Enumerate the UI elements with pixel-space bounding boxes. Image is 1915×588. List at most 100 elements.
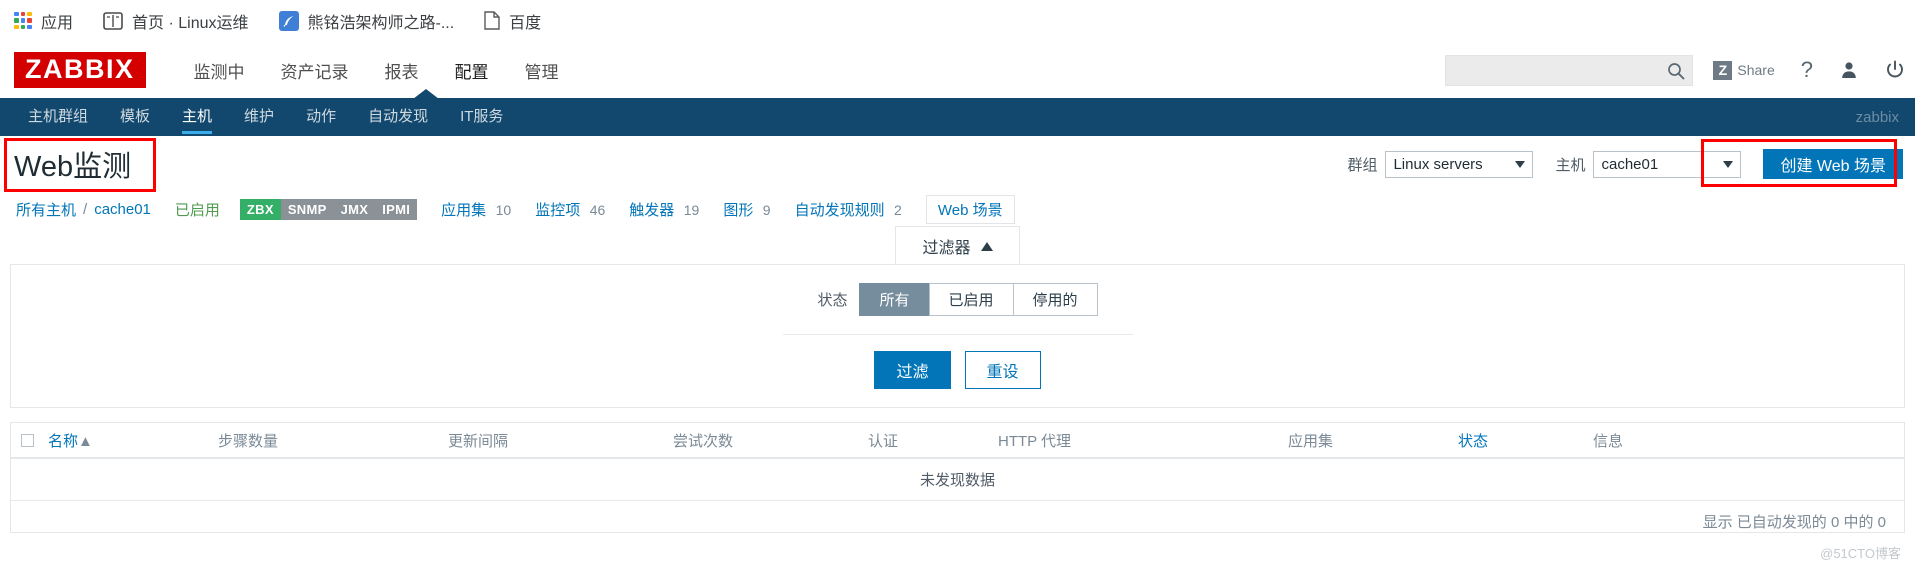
link-items-count: 46	[589, 201, 606, 218]
filter-state-segmented-control: 所有 已启用 停用的	[859, 283, 1098, 316]
filter-apply-button[interactable]: 过滤	[874, 351, 951, 389]
bookmark-label: 百度	[509, 14, 542, 32]
zabbix-header: ZABBIX 监测中 资产记录 报表 配置 管理 Z Share ?	[0, 42, 1915, 98]
subnav-maintenance[interactable]: 维护	[228, 98, 290, 136]
link-triggers[interactable]: 触发器 19	[629, 199, 699, 220]
link-graphs[interactable]: 图形 9	[723, 199, 770, 220]
link-graphs-label[interactable]: 图形	[723, 202, 753, 219]
page-header-row: Web监测 群组 Linux servers 主机 cache01 创建 Web…	[0, 136, 1915, 192]
bookmark-baidu[interactable]: 百度	[484, 9, 541, 33]
global-search[interactable]	[1445, 54, 1694, 86]
triangle-up-icon	[980, 241, 993, 251]
chevron-down-icon	[1515, 160, 1526, 168]
breadcrumb-all-hosts[interactable]: 所有主机	[16, 199, 76, 220]
breadcrumb-separator: /	[83, 200, 88, 218]
column-header-interval: 更新间隔	[448, 432, 509, 450]
breadcrumb-host[interactable]: cache01	[94, 201, 151, 218]
share-label: Share	[1737, 62, 1775, 78]
link-triggers-label[interactable]: 触发器	[629, 202, 674, 219]
table-empty-message: 未发现数据	[11, 459, 1904, 501]
bookmark-apps[interactable]: 应用	[14, 9, 73, 33]
page-title: Web监测	[14, 151, 132, 183]
subnav-host-groups[interactable]: 主机群组	[12, 98, 104, 136]
column-header-name-label[interactable]: 名称	[48, 433, 78, 450]
nav-reports[interactable]: 报表	[367, 52, 437, 89]
share-button[interactable]: Z Share	[1713, 60, 1775, 80]
book-icon	[103, 11, 123, 30]
question-mark-icon: ?	[1800, 57, 1813, 82]
bookmark-label: 首页 · Linux运维	[132, 14, 249, 32]
column-header-application: 应用集	[1288, 432, 1334, 450]
filter-state-label: 状态	[817, 292, 848, 309]
group-filter-label: 群组	[1347, 156, 1378, 174]
host-entity-links: 应用集 10 监控项 46 触发器 19 图形 9 自动发现规则 2 Web 场…	[441, 194, 1015, 224]
page-header-controls: 群组 Linux servers 主机 cache01 创建 Web 场景	[1347, 136, 1903, 192]
logout-button[interactable]	[1885, 60, 1905, 80]
zabbix-share-badge: Z	[1713, 60, 1733, 80]
feather-icon	[278, 10, 299, 31]
filter-state-row: 状态 所有 已启用 停用的	[11, 283, 1904, 316]
bookmark-linux-ops[interactable]: 首页 · Linux运维	[103, 9, 249, 33]
nav-administration[interactable]: 管理	[507, 52, 577, 89]
breadcrumb: 所有主机 / cache01 已启用 ZBX SNMP JMX IPMI 应用集…	[0, 192, 1915, 226]
search-input[interactable]	[1446, 55, 1693, 85]
link-discovery-rules-label[interactable]: 自动发现规则	[795, 202, 885, 219]
table-header-row: 名称▲ 步骤数量 更新间隔 尝试次数 认证 HTTP 代理 应用集 状态 信息	[11, 423, 1904, 459]
table-footnote: 显示 已自动发现的 0 中的 0	[1702, 514, 1886, 531]
header-right-tools: Z Share ?	[1445, 42, 1905, 98]
image-watermark: @51CTO博客	[1820, 546, 1901, 561]
link-discovery-rules-count: 2	[894, 201, 902, 218]
link-items[interactable]: 监控项 46	[535, 199, 605, 220]
filter-state-enabled[interactable]: 已启用	[928, 283, 1013, 316]
apps-grid-icon	[14, 11, 32, 30]
help-button[interactable]: ?	[1801, 57, 1813, 83]
filter-toggle-tab[interactable]: 过滤器	[895, 226, 1020, 264]
link-applications-label[interactable]: 应用集	[441, 202, 486, 219]
protocol-badge-ipmi: IPMI	[375, 198, 418, 220]
filter-state-disabled[interactable]: 停用的	[1012, 283, 1098, 316]
browser-bookmark-bar: 应用 首页 · Linux运维 熊铭浩架构师之路-... 百度	[0, 0, 1915, 42]
search-icon[interactable]	[1667, 62, 1685, 85]
subnav-actions[interactable]: 动作	[290, 98, 352, 136]
column-header-attempts: 尝试次数	[673, 432, 734, 450]
nav-configuration[interactable]: 配置	[437, 52, 507, 89]
protocol-badges: ZBX SNMP JMX IPMI	[239, 198, 418, 220]
select-all-checkbox[interactable]	[21, 433, 34, 447]
column-header-name[interactable]: 名称▲	[48, 430, 218, 451]
host-filter-label: 主机	[1555, 156, 1586, 174]
nav-inventory[interactable]: 资产记录	[263, 52, 367, 89]
filter-divider	[782, 334, 1133, 335]
link-triggers-count: 19	[683, 201, 700, 218]
column-header-status[interactable]: 状态	[1458, 430, 1593, 451]
column-header-steps: 步骤数量	[218, 432, 279, 450]
filter-state-all[interactable]: 所有	[859, 283, 929, 316]
create-web-scenario-button[interactable]: 创建 Web 场景	[1763, 149, 1903, 179]
subnav-it-services[interactable]: IT服务	[444, 98, 519, 136]
filter-reset-button[interactable]: 重设	[964, 351, 1041, 389]
column-header-authentication: 认证	[868, 432, 899, 450]
host-select[interactable]: cache01	[1593, 150, 1742, 178]
bookmark-architect-road[interactable]: 熊铭浩架构师之路-...	[278, 9, 454, 33]
user-profile-button[interactable]	[1839, 60, 1859, 80]
power-icon	[1887, 60, 1903, 78]
chevron-down-icon	[1723, 160, 1734, 168]
link-items-label[interactable]: 监控项	[535, 202, 580, 219]
column-header-http-proxy: HTTP 代理	[998, 432, 1072, 450]
zabbix-logo[interactable]: ZABBIX	[14, 52, 146, 88]
subnav-templates[interactable]: 模板	[104, 98, 166, 136]
document-icon	[484, 11, 500, 30]
host-status-badge: 已启用	[174, 201, 220, 219]
column-header-status-label[interactable]: 状态	[1458, 433, 1488, 450]
link-graphs-count: 9	[762, 201, 771, 218]
group-select[interactable]: Linux servers	[1385, 150, 1534, 178]
subnav-hosts[interactable]: 主机	[166, 98, 228, 136]
subnav-discovery[interactable]: 自动发现	[352, 98, 444, 136]
filter-actions: 过滤 重设	[11, 351, 1904, 389]
link-web-scenarios-current[interactable]: Web 场景	[925, 194, 1015, 224]
web-scenarios-table: 名称▲ 步骤数量 更新间隔 尝试次数 认证 HTTP 代理 应用集 状态 信息 …	[10, 422, 1905, 533]
nav-monitoring[interactable]: 监测中	[176, 52, 263, 89]
protocol-badge-jmx: JMX	[333, 198, 376, 220]
link-applications[interactable]: 应用集 10	[441, 199, 511, 220]
user-icon	[1842, 62, 1856, 78]
link-discovery-rules[interactable]: 自动发现规则 2	[795, 199, 902, 220]
